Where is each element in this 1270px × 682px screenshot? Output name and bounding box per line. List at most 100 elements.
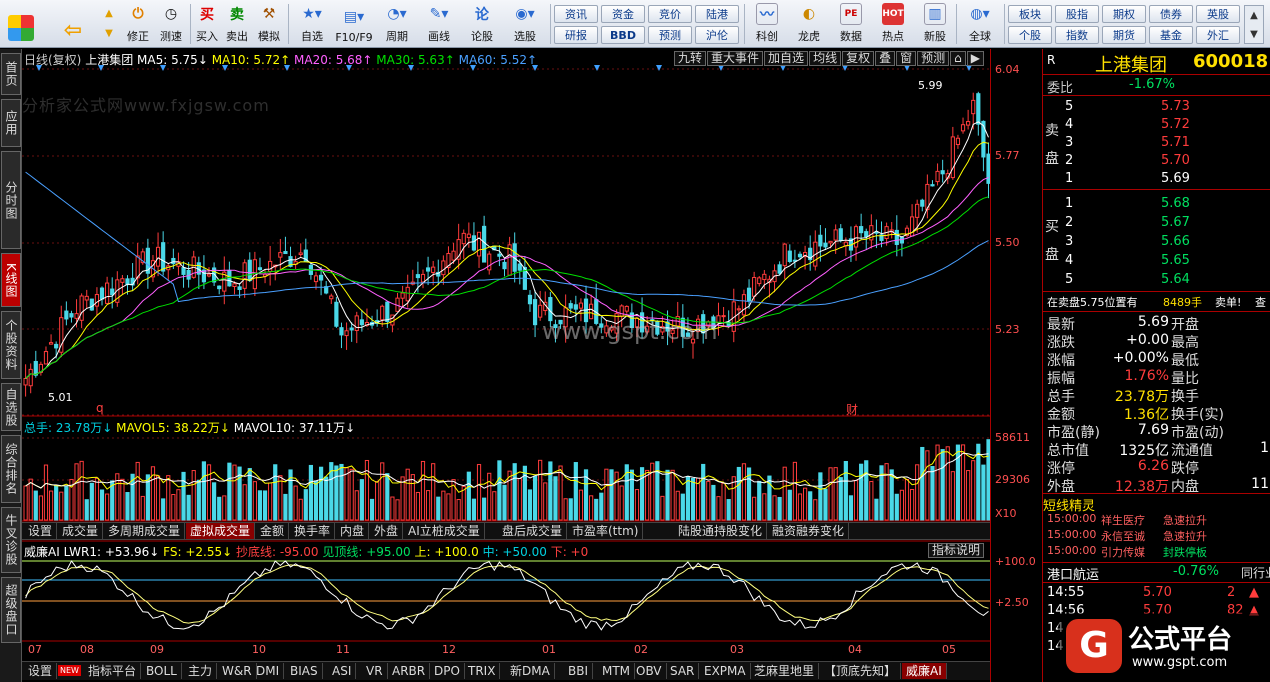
indicator-tab[interactable]: TRIX (464, 663, 501, 679)
jiuzhuan-button[interactable]: 九转 (674, 51, 707, 66)
moving-average-button[interactable]: 均线 (809, 51, 842, 66)
add-watchlist-button[interactable]: 加自选 (764, 51, 809, 66)
sector-button[interactable]: 板块 (1008, 5, 1052, 23)
f10-button[interactable]: ▤▾ F10/F9 (334, 2, 374, 46)
industry-row[interactable]: 港口航运 -0.76% 同行业 (1043, 564, 1270, 583)
play-icon[interactable]: ▶ (966, 51, 984, 66)
indicator-tab[interactable]: BIAS (286, 663, 323, 679)
research-button[interactable]: 研报 (554, 26, 598, 44)
dragon-tiger-button[interactable]: ◐ 龙虎 (792, 2, 826, 46)
tab-home[interactable]: 首页 (1, 53, 21, 95)
indicator-tab[interactable]: 设置 (24, 663, 58, 679)
hotspot-button[interactable]: HOT 热点 (876, 2, 910, 46)
speed-test-button[interactable]: ◷ 测速 (156, 2, 186, 46)
volume-tab[interactable]: AI立桩成交量 (404, 523, 485, 539)
event-marker-q[interactable]: q (96, 401, 104, 415)
simulate-button[interactable]: ⚒ 模拟 (254, 2, 284, 46)
tab-stock-info[interactable]: 个股资料 (1, 311, 21, 379)
tab-kline[interactable]: K线图 (1, 253, 21, 307)
indices-button[interactable]: 指数 (1055, 26, 1099, 44)
tab-watchlist[interactable]: 自选股 (1, 383, 21, 431)
forecast-button[interactable]: 预测 (648, 26, 692, 44)
watchlist-button[interactable]: ★▾ 自选 (294, 2, 330, 46)
toolbar-scroll[interactable]: ▲ ▼ (1244, 5, 1264, 44)
tab-diagnosis[interactable]: 牛叉诊股 (1, 507, 21, 573)
hk-connect-button[interactable]: 陆港 (695, 5, 739, 23)
bonds-button[interactable]: 债券 (1149, 5, 1193, 23)
tab-intraday[interactable]: 分时图 (1, 151, 21, 249)
global-button[interactable]: ◍▾ 全球 (960, 2, 1000, 46)
predict-button[interactable]: 预测 (917, 51, 950, 66)
indicator-tab[interactable]: 威廉AI (902, 663, 947, 679)
indicator-tab[interactable]: 【顶底先知】 (820, 663, 902, 679)
volume-tab[interactable]: 市盈率(ttm) (568, 523, 644, 539)
volume-tab[interactable]: 陆股通持股变化 (674, 523, 768, 539)
stock-index-futures-button[interactable]: 股指 (1055, 5, 1099, 23)
options-button[interactable]: 期权 (1102, 5, 1146, 23)
back-button[interactable]: ⇦ (58, 2, 88, 46)
volume-tab[interactable]: 盘后成交量 (498, 523, 568, 539)
volume-tab[interactable]: 设置 (24, 523, 58, 539)
buy-level-row[interactable]: 3 5.66 (1043, 234, 1270, 251)
indicator-tab[interactable]: SAR (666, 663, 700, 679)
big-order-row[interactable]: 在卖盘5.75位置有 8489手 卖单! 查 (1043, 294, 1270, 311)
futures-button[interactable]: 期货 (1102, 26, 1146, 44)
event-marker-financial[interactable]: 财 (846, 401, 858, 418)
indicator-explain-button[interactable]: 指标说明 (927, 543, 984, 558)
peer-tab[interactable]: 同行业 (1241, 564, 1270, 581)
draw-line-button[interactable]: ✎▾ 画线 (420, 2, 458, 46)
buy-level-row[interactable]: 1 5.68 (1043, 196, 1270, 213)
indicator-tab[interactable]: MTM (598, 663, 636, 679)
sell-level-row[interactable]: 4 5.72 (1043, 117, 1270, 134)
star-market-button[interactable]: 〰 科创 (750, 2, 784, 46)
volume-tab[interactable]: 内盘 (336, 523, 370, 539)
indicator-tab[interactable]: ASI (328, 663, 357, 679)
major-events-button[interactable]: 重大事件 (707, 51, 764, 66)
volume-tab[interactable]: 多周期成交量 (104, 523, 186, 539)
overlay-button[interactable]: 叠 (875, 51, 896, 66)
indicator-tab[interactable]: BBI (564, 663, 594, 679)
short-wizard-item[interactable]: 15:00:00 祥生医疗 急速拉升 (1043, 512, 1270, 529)
data-button[interactable]: PE 数据 (834, 2, 868, 46)
short-wizard-item[interactable]: 15:00:00 引力传媒 封跌停板 (1043, 544, 1270, 561)
volume-tab[interactable]: 虚拟成交量 (186, 523, 256, 539)
correct-button[interactable]: ⏻ 修正 (124, 2, 152, 46)
indicator-tab[interactable]: W&R (218, 663, 257, 679)
auction-button[interactable]: 竞价 (648, 5, 692, 23)
sell-level-row[interactable]: 1 5.69 (1043, 171, 1270, 188)
query-button[interactable]: 查 (1255, 294, 1266, 310)
uk-stocks-button[interactable]: 英股 (1196, 5, 1240, 23)
buy-button[interactable]: 买 买入 (194, 2, 220, 46)
kline-chart-area[interactable]: 日线(复权) 上港集团 MA5: 5.75↓ MA10: 5.72↑ MA20:… (22, 49, 990, 682)
individual-stocks-button[interactable]: 个股 (1008, 26, 1052, 44)
bbd-button[interactable]: BBD (601, 26, 645, 44)
pick-stock-button[interactable]: ◉▾ 选股 (506, 2, 544, 46)
tab-super-orderbook[interactable]: 超级盘口 (1, 577, 21, 643)
window-button[interactable]: 窗 (896, 51, 917, 66)
indicator-tab[interactable]: 指标平台 (84, 663, 142, 679)
volume-tab[interactable]: 成交量 (58, 523, 104, 539)
indicator-tab[interactable]: ARBR (388, 663, 431, 679)
sell-level-row[interactable]: 3 5.71 (1043, 135, 1270, 152)
short-wizard-item[interactable]: 15:00:00 永信至诚 急速拉升 (1043, 528, 1270, 545)
volume-tab[interactable]: 金额 (256, 523, 290, 539)
indicator-tab[interactable]: 主力 (184, 663, 218, 679)
volume-tab[interactable]: 换手率 (290, 523, 336, 539)
sell-level-row[interactable]: 5 5.73 (1043, 99, 1270, 116)
lock-icon[interactable]: ⌂ (950, 51, 966, 66)
indicator-tab[interactable]: BOLL (142, 663, 182, 679)
buy-level-row[interactable]: 2 5.67 (1043, 215, 1270, 232)
volume-tab[interactable]: 融资融券变化 (768, 523, 850, 539)
shanghai-london-button[interactable]: 沪伦 (695, 26, 739, 44)
funds-button[interactable]: 资金 (601, 5, 645, 23)
new-stock-button[interactable]: ▥ 新股 (918, 2, 952, 46)
tab-apps[interactable]: 应用 (1, 99, 21, 147)
indicator-tab[interactable]: VR (362, 663, 388, 679)
scroll-buttons[interactable]: ▲ ▼ (98, 2, 120, 46)
news-button[interactable]: 资讯 (554, 5, 598, 23)
grid-menu-icon[interactable] (6, 2, 36, 46)
discuss-button[interactable]: 论 论股 (466, 2, 498, 46)
indicator-tab[interactable]: DMI (252, 663, 285, 679)
buy-level-row[interactable]: 5 5.64 (1043, 272, 1270, 289)
adjust-button[interactable]: 复权 (842, 51, 875, 66)
